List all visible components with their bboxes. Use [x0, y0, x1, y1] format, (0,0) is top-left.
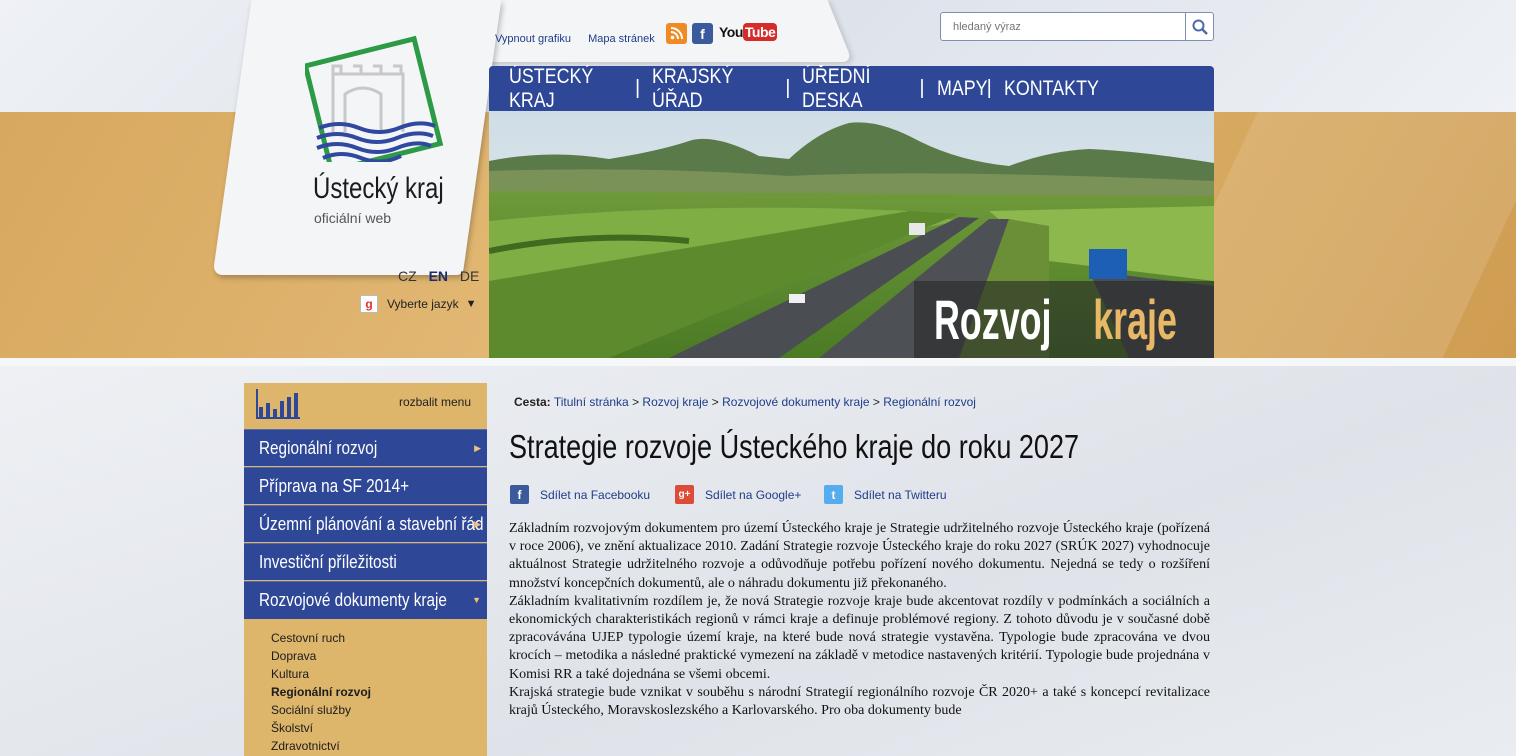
nav-divider: | [635, 77, 641, 99]
expand-menu-label[interactable]: rozbalit menu [399, 395, 471, 409]
submenu-item[interactable]: Školství [271, 719, 371, 737]
chart-bars-icon [256, 389, 300, 419]
breadcrumb: Cesta: Titulní stránka > Rozvoj kraje > … [514, 395, 976, 409]
search-icon [1192, 19, 1208, 35]
share-facebook[interactable]: f Sdílet na Facebooku [510, 485, 650, 504]
nav-krajsky-urad[interactable]: KRAJSKÝ ÚŘAD [652, 65, 765, 113]
arrow-right-icon: ▶ [474, 519, 481, 529]
logo-title[interactable]: Ústecký kraj [313, 172, 444, 206]
dropdown-arrow-icon: ▼ [465, 298, 477, 310]
lang-cz[interactable]: CZ [398, 268, 417, 284]
facebook-icon: f [510, 485, 529, 504]
rss-icon[interactable] [666, 23, 687, 44]
hero-title-accent: kraje [1093, 288, 1178, 351]
arrow-down-icon: ▼ [472, 595, 481, 605]
link-sitemap[interactable]: Mapa stránek [588, 33, 655, 45]
submenu-item[interactable]: Cestovní ruch [271, 629, 371, 647]
top-links: Vypnout grafiku Mapa stránek [495, 33, 669, 45]
submenu-item-current[interactable]: Regionální rozvoj [271, 683, 371, 701]
search-input[interactable] [941, 13, 1181, 40]
article-paragraph: Krajská strategie bude vznikat v souběhu… [509, 684, 1210, 719]
language-switcher: CZ EN DE [398, 268, 487, 284]
search-button[interactable] [1185, 13, 1213, 40]
top-links-tab [457, 0, 853, 62]
nav-kontakty[interactable]: KONTAKTY [1004, 77, 1099, 101]
sidebar-header[interactable]: rozbalit menu [244, 383, 487, 425]
nav-mapy[interactable]: MAPY [937, 77, 988, 101]
breadcrumb-item[interactable]: Regionální rozvoj [883, 395, 976, 409]
breadcrumb-item[interactable]: Rozvoj kraje [642, 395, 708, 409]
article-paragraph: Základním rozvojovým dokumentem pro územ… [509, 521, 1210, 591]
breadcrumb-label: Cesta: [514, 395, 551, 409]
submenu-item[interactable]: Zdravotnictví [271, 737, 371, 755]
separator [0, 358, 1516, 366]
google-translate[interactable]: g Vyberte jazyk ▼ [360, 295, 476, 313]
lang-en[interactable]: EN [429, 268, 448, 284]
arrow-right-icon: ▶ [474, 443, 481, 453]
translate-label: Vyberte jazyk [387, 297, 459, 311]
sidebar-item-investicni-prilezitosti[interactable]: Investiční příležitosti [244, 543, 487, 580]
twitter-icon: t [824, 485, 843, 504]
breadcrumb-item[interactable]: Titulní stránka [554, 395, 629, 409]
hero-banner: Rozvoj kraje [489, 111, 1214, 358]
main-nav: ÚSTECKÝ KRAJ | KRAJSKÝ ÚŘAD | ÚŘEDNÍ DES… [489, 65, 1214, 113]
facebook-icon[interactable]: f [692, 23, 713, 44]
sidebar-item-regionalni-rozvoj[interactable]: Regionální rozvoj ▶ [244, 429, 487, 466]
ustecky-kraj-logo-icon[interactable] [305, 32, 445, 162]
sidebar-submenu: Cestovní ruch Doprava Kultura Regionální… [271, 629, 371, 755]
hero-title: Rozvoj kraje [914, 281, 1214, 358]
submenu-item[interactable]: Kultura [271, 665, 371, 683]
search-box [940, 12, 1214, 41]
sidebar-item-rozvojove-dokumenty[interactable]: Rozvojové dokumenty kraje ▼ [244, 581, 487, 619]
logo-subtitle: oficiální web [314, 210, 392, 226]
share-twitter[interactable]: t Sdílet na Twitteru [824, 485, 947, 504]
submenu-item[interactable]: Doprava [271, 647, 371, 665]
google-translate-icon: g [360, 295, 378, 313]
breadcrumb-item[interactable]: Rozvojové dokumenty kraje [722, 395, 869, 409]
nav-divider: | [919, 77, 925, 99]
google-plus-icon: g+ [675, 485, 694, 504]
nav-ustecky-kraj[interactable]: ÚSTECKÝ KRAJ [509, 65, 616, 113]
share-google-plus[interactable]: g+ Sdílet na Google+ [675, 485, 801, 504]
sidebar-item-uzemni-planovani[interactable]: Územní plánování a stavební řád ▶ [244, 505, 487, 542]
youtube-icon[interactable]: You Tube [719, 23, 778, 41]
nav-divider: | [785, 77, 791, 99]
article-paragraph: Základním kvalitativním rozdílem je, že … [509, 593, 1210, 682]
submenu-item[interactable]: Sociální služby [271, 701, 371, 719]
lang-de[interactable]: DE [460, 268, 479, 284]
hero-title-main: Rozvoj [934, 288, 1052, 351]
sidebar-item-priprava-sf[interactable]: Příprava na SF 2014+ [244, 467, 487, 504]
page-title: Strategie rozvoje Ústeckého kraje do rok… [509, 428, 1080, 465]
article-body: Základním rozvojovým dokumentem pro územ… [509, 520, 1210, 720]
link-disable-graphics[interactable]: Vypnout grafiku [495, 33, 571, 45]
nav-uredni-deska[interactable]: ÚŘEDNÍ DESKA [802, 65, 901, 113]
